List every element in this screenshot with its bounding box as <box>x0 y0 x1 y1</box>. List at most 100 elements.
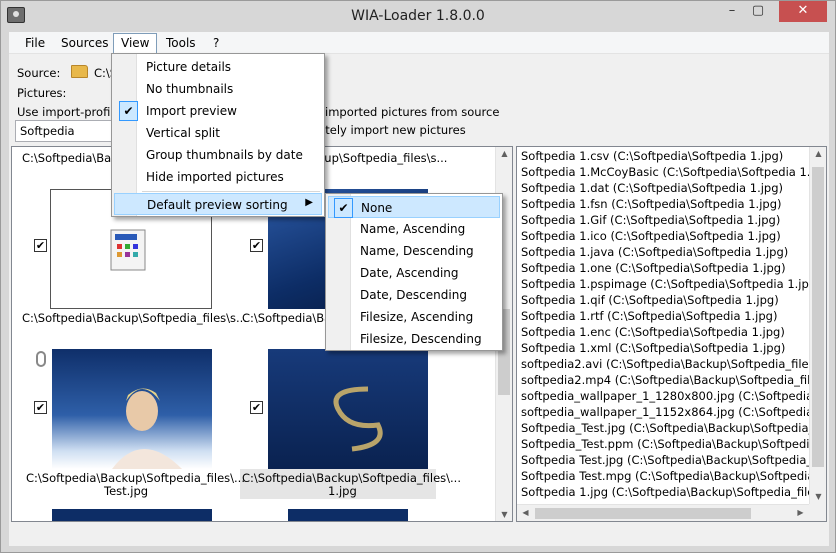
thumb-caption-top-right: kup\Softpedia_files\s... <box>318 151 448 165</box>
file-list-item[interactable]: Softpedia 1.fsn (C:\Softpedia\Softpedia … <box>521 197 782 211</box>
thumb-caption: C:\Softpedia\Backup\Softpedia_files\s... <box>22 311 247 325</box>
thumb-checkbox[interactable]: ✔ <box>34 239 47 252</box>
folder-open-icon[interactable] <box>71 65 88 78</box>
menu-item-default-preview-sorting[interactable]: Default preview sorting ▶ <box>114 193 322 215</box>
menu-item-label: Default preview sorting <box>147 198 288 212</box>
scroll-down-arrow-icon[interactable]: ▼ <box>810 492 826 501</box>
paperclip-icon <box>36 351 46 367</box>
scroll-right-arrow-icon[interactable]: ▶ <box>792 508 809 517</box>
main-window: WIA-Loader 1.8.0.0 – ▢ ✕ File Sources Vi… <box>0 0 836 553</box>
import-profile-label: Use import-profile <box>17 105 121 119</box>
menu-separator <box>142 191 320 192</box>
scroll-up-arrow-icon[interactable]: ▲ <box>810 149 826 158</box>
menu-item-label: Hide imported pictures <box>146 170 284 184</box>
checkmark-icon: ✔ <box>119 101 138 121</box>
file-list-item[interactable]: softpedia_wallpaper_1_1152x864.jpg (C:\S… <box>521 405 826 419</box>
thumb-checkbox[interactable]: ✔ <box>34 401 47 414</box>
menu-item-hide-imported[interactable]: Hide imported pictures <box>114 166 322 188</box>
scroll-up-arrow-icon[interactable]: ▲ <box>496 149 512 158</box>
file-list-item[interactable]: Softpedia 1.McCoyBasic (C:\Softpedia\Sof… <box>521 165 826 179</box>
scroll-left-arrow-icon[interactable]: ◀ <box>517 508 534 517</box>
menu-item-group-by-date[interactable]: Group thumbnails by date <box>114 144 322 166</box>
scroll-down-arrow-icon[interactable]: ▼ <box>496 510 512 519</box>
menu-item-sort-date-asc[interactable]: Date, Ascending <box>328 262 500 284</box>
file-list-item[interactable]: Softpedia_Test.jpg (C:\Softpedia\Backup\… <box>521 421 826 435</box>
file-list-item[interactable]: Softpedia 1.Gif (C:\Softpedia\Softpedia … <box>521 213 780 227</box>
thumb-checkbox[interactable]: ✔ <box>250 239 263 252</box>
submenu-arrow-icon: ▶ <box>305 197 313 208</box>
menu-file[interactable]: File <box>25 36 45 50</box>
menu-item-sort-size-asc[interactable]: Filesize, Ascending <box>328 306 500 328</box>
pictures-label: Pictures: <box>17 86 67 100</box>
thumb-partial[interactable] <box>52 509 212 521</box>
title-bar[interactable]: WIA-Loader 1.8.0.0 – ▢ ✕ <box>1 1 835 32</box>
thumb-caption: C:\Softpedia\Backup\Softpedia_files\... <box>242 471 461 485</box>
menu-item-label: Import preview <box>146 104 237 118</box>
file-list-item[interactable]: Softpedia 1.qif (C:\Softpedia\Softpedia … <box>521 293 779 307</box>
menu-item-label: Filesize, Ascending <box>360 310 474 324</box>
file-list-item[interactable]: Softpedia 1.enc (C:\Softpedia\Softpedia … <box>521 325 785 339</box>
menu-item-picture-details[interactable]: Picture details <box>114 56 322 78</box>
menu-item-import-preview[interactable]: ✔ Import preview <box>114 100 322 122</box>
thumb-checkbox[interactable]: ✔ <box>250 401 263 414</box>
view-menu: Picture details No thumbnails ✔ Import p… <box>111 53 325 217</box>
scroll-thumb[interactable] <box>812 167 824 467</box>
menu-bar: File Sources View Tools ? <box>9 32 829 54</box>
menu-item-sort-none[interactable]: ✔ None <box>328 196 500 218</box>
menu-item-label: Picture details <box>146 60 232 74</box>
scroll-thumb[interactable] <box>535 508 751 519</box>
scroll-corner <box>809 504 826 521</box>
minimize-button[interactable]: – <box>719 1 745 22</box>
auto-import-checkbox-label[interactable]: iately import new pictures <box>315 123 466 137</box>
delete-imported-checkbox-label[interactable]: imported pictures from source <box>325 105 499 119</box>
file-list-item[interactable]: Softpedia 1.rtf (C:\Softpedia\Softpedia … <box>521 309 777 323</box>
menu-item-label: None <box>361 201 393 215</box>
menu-sources[interactable]: Sources <box>61 36 108 50</box>
menu-item-sort-date-desc[interactable]: Date, Descending <box>328 284 500 306</box>
file-list-item[interactable]: softpedia2.mp4 (C:\Softpedia\Backup\Soft… <box>521 373 826 387</box>
menu-view[interactable]: View <box>121 36 149 50</box>
file-list-item[interactable]: Softpedia 1.csv (C:\Softpedia\Softpedia … <box>521 149 783 163</box>
sorting-submenu: ✔ None Name, Ascending Name, Descending … <box>325 193 503 351</box>
menu-item-sort-name-desc[interactable]: Name, Descending <box>328 240 500 262</box>
file-list-item[interactable]: Softpedia 1.java (C:\Softpedia\Softpedia… <box>521 245 788 259</box>
menu-item-no-thumbnails[interactable]: No thumbnails <box>114 78 322 100</box>
menu-item-label: Group thumbnails by date <box>146 148 303 162</box>
file-list-panel[interactable]: Softpedia 1.csv (C:\Softpedia\Softpedia … <box>516 146 827 522</box>
file-list-item[interactable]: Softpedia Test.mpg (C:\Softpedia\Backup\… <box>521 469 826 483</box>
thumb-partial[interactable] <box>288 509 408 521</box>
file-list-item[interactable]: Softpedia_Test.ppm (C:\Softpedia\Backup\… <box>521 437 826 451</box>
file-list-horizontal-scrollbar[interactable]: ◀ ▶ <box>517 504 809 521</box>
menu-help[interactable]: ? <box>213 36 219 50</box>
file-list-item[interactable]: Softpedia 1.one (C:\Softpedia\Softpedia … <box>521 261 786 275</box>
menu-item-sort-name-asc[interactable]: Name, Ascending <box>328 218 500 240</box>
menu-item-label: Filesize, Descending <box>360 332 482 346</box>
file-list-item[interactable]: softpedia_wallpaper_1_1280x800.jpg (C:\S… <box>521 389 826 403</box>
file-list-item[interactable]: Softpedia Test.jpg (C:\Softpedia\Backup\… <box>521 453 826 467</box>
thumb-portrait-image[interactable] <box>52 349 212 469</box>
menu-item-sort-size-desc[interactable]: Filesize, Descending <box>328 328 500 350</box>
menu-item-vertical-split[interactable]: Vertical split <box>114 122 322 144</box>
maximize-button[interactable]: ▢ <box>745 1 771 22</box>
thumb-caption-filename: Test.jpg <box>104 484 149 498</box>
file-list-item[interactable]: Softpedia 1.dat (C:\Softpedia\Softpedia … <box>521 181 783 195</box>
checkmark-icon: ✔ <box>334 198 353 218</box>
menu-tools[interactable]: Tools <box>166 36 196 50</box>
file-list-vertical-scrollbar[interactable]: ▲ ▼ <box>809 147 826 521</box>
file-list-item[interactable]: softpedia2.avi (C:\Softpedia\Backup\Soft… <box>521 357 826 371</box>
thumb-caption: C:\Softpedia\Backup\Softpedia_files\... <box>26 471 245 485</box>
close-button[interactable]: ✕ <box>779 1 827 22</box>
window-title: WIA-Loader 1.8.0.0 <box>351 8 485 24</box>
thumb-space-s-image[interactable] <box>268 349 428 469</box>
profile-value: Softpedia <box>20 124 75 138</box>
menu-item-label: No thumbnails <box>146 82 234 96</box>
file-list-item[interactable]: Softpedia 1.jpg (C:\Softpedia\Backup\Sof… <box>521 485 826 499</box>
file-list-item[interactable]: Softpedia 1.pspimage (C:\Softpedia\Softp… <box>521 277 821 291</box>
menu-item-label: Date, Ascending <box>360 266 459 280</box>
menu-item-label: Name, Ascending <box>360 222 466 236</box>
file-list-item[interactable]: Softpedia 1.xml (C:\Softpedia\Softpedia … <box>521 341 785 355</box>
portrait-figure <box>112 388 182 469</box>
menu-item-label: Vertical split <box>146 126 220 140</box>
file-list-item[interactable]: Softpedia 1.ico (C:\Softpedia\Softpedia … <box>521 229 781 243</box>
source-label: Source: <box>17 66 61 80</box>
